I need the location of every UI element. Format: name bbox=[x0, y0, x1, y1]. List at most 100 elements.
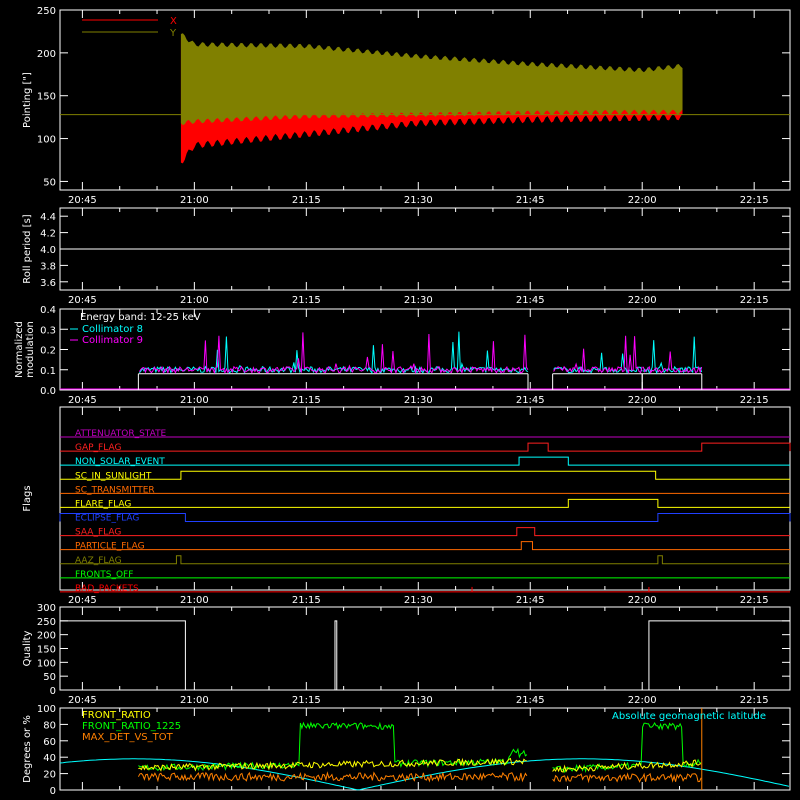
y-tick-label: 150 bbox=[37, 92, 56, 103]
flag-line-sc-in-sunlight bbox=[60, 470, 790, 480]
flag-label: AAZ_FLAG bbox=[75, 556, 122, 566]
y-axis-label: Flags bbox=[22, 485, 33, 511]
y-tick-label: 300 bbox=[37, 603, 56, 614]
y-axis-label: Quality bbox=[22, 631, 33, 667]
y-tick-label: 20 bbox=[43, 770, 56, 781]
max-det-vs-tot-trace bbox=[552, 772, 702, 784]
quality-trace bbox=[60, 620, 790, 691]
x-tick-label: 21:30 bbox=[404, 695, 433, 706]
legend-label: FRONT_RATIO bbox=[82, 710, 151, 721]
x-tick-label: 21:00 bbox=[180, 295, 209, 306]
x-tick-label: 22:00 bbox=[628, 595, 657, 606]
y-axis-label: Roll period [s] bbox=[22, 214, 33, 283]
collimator-8-trace bbox=[642, 336, 703, 375]
y-tick-label: 0.0 bbox=[40, 386, 56, 397]
y-tick-label: 4.0 bbox=[40, 245, 56, 256]
y-tick-label: 200 bbox=[37, 631, 56, 642]
y-tick-label: 60 bbox=[43, 737, 56, 748]
y-tick-label: 150 bbox=[37, 645, 56, 656]
y-tick-label: 50 bbox=[43, 177, 56, 188]
y-tick-label: 80 bbox=[43, 720, 56, 731]
y-tick-label: 4.4 bbox=[40, 212, 56, 223]
max-det-vs-tot-trace bbox=[137, 771, 528, 783]
x-tick-label: 20:45 bbox=[68, 295, 97, 306]
flag-label: ECLIPSE_FLAG bbox=[75, 514, 139, 524]
x-tick-label: 20:45 bbox=[68, 195, 97, 206]
x-tick-label: 22:15 bbox=[740, 695, 769, 706]
x-tick-label: 21:45 bbox=[516, 695, 545, 706]
x-tick-label: 21:00 bbox=[180, 395, 209, 406]
flag-label: BAD_PACKETS bbox=[75, 584, 139, 594]
flag-line-saa-flag bbox=[60, 527, 790, 537]
y-axis-label: Pointing ["] bbox=[22, 72, 33, 128]
flag-label: FLARE_FLAG bbox=[75, 499, 131, 509]
x-tick-label: 21:30 bbox=[404, 395, 433, 406]
x-tick-label: 21:00 bbox=[180, 195, 209, 206]
x-tick-label: 20:45 bbox=[68, 395, 97, 406]
x-tick-label: 21:45 bbox=[516, 395, 545, 406]
collimator-9-trace bbox=[553, 335, 643, 375]
y-tick-label: 250 bbox=[37, 617, 56, 628]
y-tick-label: 0.2 bbox=[40, 346, 56, 357]
x-tick-label: 21:15 bbox=[292, 395, 321, 406]
y-tick-label: 40 bbox=[43, 753, 56, 764]
legend-label: Collimator 9 bbox=[82, 335, 143, 346]
x-tick-label: 20:45 bbox=[68, 595, 97, 606]
legend-label: FRONT_RATIO_1225 bbox=[82, 721, 181, 732]
x-tick-label: 22:00 bbox=[628, 395, 657, 406]
x-tick-label: 21:30 bbox=[404, 595, 433, 606]
x-tick-label: 20:45 bbox=[68, 695, 97, 706]
y-tick-label: 0 bbox=[50, 686, 56, 697]
energy-band-annotation: Energy band: 12-25 keV bbox=[80, 312, 201, 323]
legend-label: Y bbox=[169, 28, 177, 39]
flag-line-aaz-flag bbox=[60, 555, 790, 565]
flag-line-particle-flag bbox=[60, 541, 790, 551]
x-tick-label: 22:00 bbox=[628, 295, 657, 306]
flag-label: SC_TRANSMITTER bbox=[75, 485, 155, 495]
y-axis-label: Normalizedmodulation bbox=[14, 321, 36, 378]
y-tick-label: 200 bbox=[37, 49, 56, 60]
x-tick-label: 22:00 bbox=[628, 195, 657, 206]
collimator-9-trace bbox=[138, 332, 529, 375]
x-tick-label: 21:30 bbox=[404, 295, 433, 306]
y-tick-label: 100 bbox=[37, 704, 56, 715]
flag-line-eclipse-flag bbox=[59, 513, 791, 522]
y-tick-label: 100 bbox=[37, 135, 56, 146]
y-tick-label: 0.4 bbox=[40, 305, 56, 316]
collimator-8-trace bbox=[139, 331, 529, 375]
y-tick-label: 50 bbox=[43, 672, 56, 683]
x-tick-label: 22:15 bbox=[740, 195, 769, 206]
flag-label: FRONTS_OFF bbox=[75, 570, 133, 580]
x-tick-label: 21:00 bbox=[180, 595, 209, 606]
x-tick-label: 21:15 bbox=[292, 295, 321, 306]
y-axis-label: Degrees or % bbox=[22, 715, 33, 783]
y-tick-label: 0 bbox=[50, 786, 56, 797]
x-tick-label: 21:45 bbox=[516, 595, 545, 606]
x-tick-label: 21:15 bbox=[292, 695, 321, 706]
x-tick-label: 22:15 bbox=[740, 595, 769, 606]
y-tick-label: 3.6 bbox=[40, 278, 56, 289]
front-ratio-1225-trace bbox=[552, 721, 702, 774]
pointing-series-y bbox=[180, 33, 683, 126]
flag-label: PARTICLE_FLAG bbox=[75, 542, 145, 552]
panel-frame-3 bbox=[59, 406, 791, 591]
legend-label: Collimator 8 bbox=[82, 324, 143, 335]
x-tick-label: 22:15 bbox=[740, 395, 769, 406]
panel-frame-4 bbox=[59, 606, 791, 691]
x-tick-label: 22:00 bbox=[628, 695, 657, 706]
y-tick-label: 100 bbox=[37, 658, 56, 669]
flag-line-non-solar-event bbox=[60, 456, 790, 466]
y-tick-label: 0.3 bbox=[40, 325, 56, 336]
flag-label: SC_IN_SUNLIGHT bbox=[75, 471, 152, 481]
x-tick-label: 21:15 bbox=[292, 195, 321, 206]
front-ratio-1225-trace bbox=[138, 721, 528, 772]
flag-line-gap-flag bbox=[60, 442, 791, 452]
x-tick-label: 21:00 bbox=[180, 695, 209, 706]
flag-label: GAP_FLAG bbox=[75, 443, 121, 453]
flag-label: SAA_FLAG bbox=[75, 528, 121, 538]
x-tick-label: 22:15 bbox=[740, 295, 769, 306]
observation-summary-plots: 20:45 21:00 21:15 21:30 21:45 22:00 22:15 50 100… bbox=[14, 6, 791, 797]
flag-line-flare-flag bbox=[60, 498, 790, 508]
x-tick-label: 21:45 bbox=[516, 295, 545, 306]
x-tick-label: 21:45 bbox=[516, 195, 545, 206]
